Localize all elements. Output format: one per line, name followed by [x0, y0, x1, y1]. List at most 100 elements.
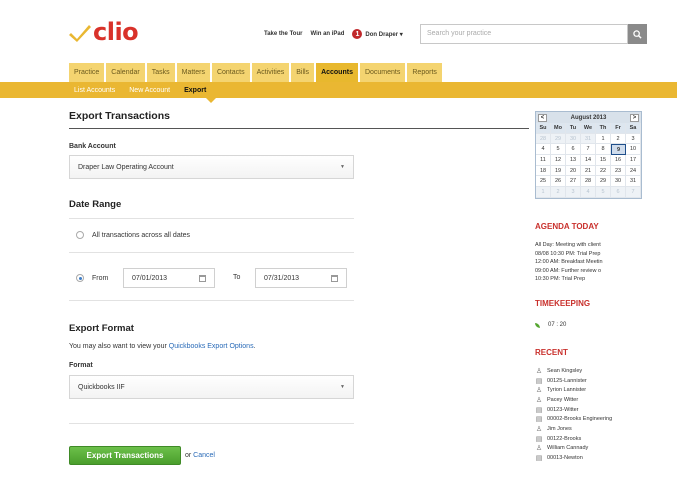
clio-logo[interactable]: clio: [69, 18, 139, 46]
user-menu[interactable]: 1 Don Draper ▾: [352, 29, 403, 39]
date-range-radio[interactable]: [76, 274, 84, 282]
quickbooks-export-options-link[interactable]: Quickbooks Export Options: [169, 343, 254, 350]
tab-documents[interactable]: Documents: [359, 63, 406, 82]
calendar-day[interactable]: 1: [596, 133, 611, 145]
calendar-day[interactable]: 15: [596, 155, 611, 166]
calendar-icon[interactable]: [199, 274, 206, 282]
calendar-day[interactable]: 31: [626, 176, 641, 188]
calendar-day-today[interactable]: 9: [611, 144, 626, 156]
calendar-day[interactable]: 25: [536, 176, 551, 188]
recent-item[interactable]: ♙ Sean Kingsley: [535, 366, 612, 376]
calendar-day[interactable]: 4: [536, 144, 551, 156]
next-month-button[interactable]: >: [630, 113, 639, 122]
calendar-day[interactable]: 18: [536, 165, 551, 177]
recent-item-label: 00013-Newton: [547, 455, 583, 462]
recent-item-label: William Cannady: [547, 445, 589, 452]
subnav-export[interactable]: Export: [184, 87, 206, 94]
calendar-day[interactable]: 12: [551, 155, 566, 166]
take-tour-link[interactable]: Take the Tour: [264, 31, 302, 37]
tab-reports[interactable]: Reports: [407, 63, 442, 82]
calendar-day[interactable]: 20: [566, 165, 581, 177]
calendar-day[interactable]: 8: [596, 144, 611, 156]
recent-item[interactable]: ▤ 00122-Brooks: [535, 434, 612, 444]
recent-item-label: 00002-Brooks Engineering: [547, 416, 613, 423]
format-select[interactable]: Quickbooks IIF ▼: [69, 375, 354, 399]
tab-accounts[interactable]: Accounts: [316, 63, 358, 82]
recent-item[interactable]: ♙ Tyrion Lannister: [535, 385, 612, 395]
timekeeping-timer[interactable]: 07 : 20: [535, 322, 566, 328]
to-label: To: [233, 274, 241, 281]
recent-item[interactable]: ♙ Jim Jones: [535, 424, 612, 434]
prev-month-button[interactable]: <: [538, 113, 547, 122]
calendar-day[interactable]: 23: [611, 165, 626, 177]
calendar-day[interactable]: 1: [536, 187, 551, 198]
agenda-item[interactable]: 08/08 10:30 PM: Trial Prep: [535, 250, 603, 259]
person-icon: ♙: [535, 425, 543, 433]
all-dates-radio[interactable]: [76, 231, 84, 239]
calendar-day[interactable]: 2: [611, 133, 626, 145]
all-dates-option[interactable]: All transactions across all dates: [76, 231, 190, 239]
calendar-day[interactable]: 7: [626, 187, 641, 198]
calendar-day[interactable]: 24: [626, 165, 641, 177]
subnav-list-accounts[interactable]: List Accounts: [74, 87, 115, 94]
recent-item[interactable]: ▤ 00125-Lannister: [535, 376, 612, 386]
calendar-day[interactable]: 5: [551, 144, 566, 156]
tab-bills[interactable]: Bills: [291, 63, 315, 82]
calendar-day[interactable]: 6: [611, 187, 626, 198]
calendar-day[interactable]: 7: [581, 144, 596, 156]
calendar-day[interactable]: 28: [536, 133, 551, 145]
calendar-day[interactable]: 13: [566, 155, 581, 166]
recent-item[interactable]: ▤ 00013-Newton: [535, 453, 612, 463]
agenda-item[interactable]: 12:00 AM: Breakfast Meetin: [535, 258, 603, 267]
from-date-input[interactable]: 07/01/2013: [123, 268, 215, 288]
recent-item[interactable]: ♙ Pacey Witter: [535, 395, 612, 405]
tab-activities[interactable]: Activities: [251, 63, 290, 82]
calendar-day[interactable]: 29: [551, 133, 566, 145]
calendar-day[interactable]: 29: [596, 176, 611, 188]
timekeeping-title: TIMEKEEPING: [535, 299, 591, 308]
divider: [69, 252, 354, 253]
calendar-day[interactable]: 22: [596, 165, 611, 177]
calendar-day[interactable]: 27: [566, 176, 581, 188]
calendar-icon[interactable]: [331, 274, 338, 282]
calendar-day[interactable]: 17: [626, 155, 641, 166]
calendar-day[interactable]: 21: [581, 165, 596, 177]
calendar-day[interactable]: 14: [581, 155, 596, 166]
search-input[interactable]: Search your practice: [420, 24, 628, 44]
calendar-day[interactable]: 31: [581, 133, 596, 145]
win-ipad-link[interactable]: Win an iPad: [310, 31, 344, 37]
calendar-day[interactable]: 4: [581, 187, 596, 198]
tab-calendar[interactable]: Calendar: [106, 63, 145, 82]
calendar-day[interactable]: 11: [536, 155, 551, 166]
calendar-day[interactable]: 5: [596, 187, 611, 198]
agenda-item[interactable]: 10:30 PM: Trial Prep: [535, 275, 603, 284]
calendar-day[interactable]: 16: [611, 155, 626, 166]
tab-practice[interactable]: Practice: [69, 63, 105, 82]
date-range-option[interactable]: From: [76, 274, 108, 282]
tab-matters[interactable]: Matters: [176, 63, 210, 82]
alert-badge[interactable]: 1: [352, 29, 363, 39]
calendar-day[interactable]: 30: [566, 133, 581, 145]
agenda-item[interactable]: 09:00 AM: Further review o: [535, 267, 603, 276]
calendar-day[interactable]: 26: [551, 176, 566, 188]
bank-account-select[interactable]: Draper Law Operating Account ▼: [69, 155, 354, 179]
calendar-day[interactable]: 3: [626, 133, 641, 145]
calendar-day[interactable]: 10: [626, 144, 641, 156]
tab-tasks[interactable]: Tasks: [146, 63, 175, 82]
recent-item[interactable]: ▤ 00123-Witter: [535, 405, 612, 415]
to-date-input[interactable]: 07/31/2013: [255, 268, 347, 288]
calendar-day[interactable]: 2: [551, 187, 566, 198]
cancel-link[interactable]: Cancel: [193, 452, 215, 459]
calendar-day[interactable]: 6: [566, 144, 581, 156]
calendar-day[interactable]: 28: [581, 176, 596, 188]
calendar-day[interactable]: 30: [611, 176, 626, 188]
tab-contacts[interactable]: Contacts: [211, 63, 250, 82]
recent-item[interactable]: ♙ William Cannady: [535, 444, 612, 454]
subnav-new-account[interactable]: New Account: [129, 87, 170, 94]
export-transactions-button[interactable]: Export Transactions: [69, 446, 181, 465]
calendar-day[interactable]: 19: [551, 165, 566, 177]
search-button[interactable]: [628, 24, 647, 44]
agenda-item[interactable]: All Day: Meeting with client: [535, 241, 603, 250]
calendar-day[interactable]: 3: [566, 187, 581, 198]
recent-item[interactable]: ▤ 00002-Brooks Engineering: [535, 414, 612, 424]
